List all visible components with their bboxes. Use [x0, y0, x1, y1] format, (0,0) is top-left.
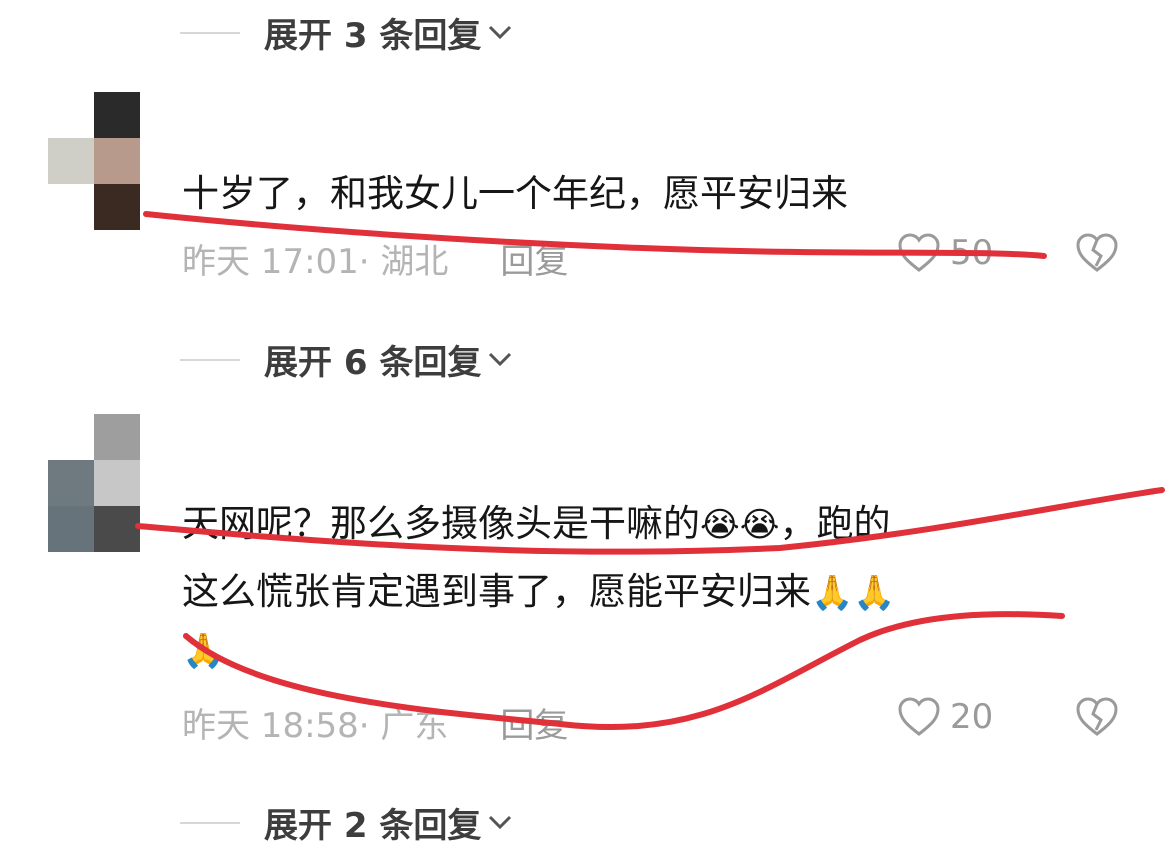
comment-text-line-2: 这么慌张肯定遇到事了，愿能平安归来🙏🙏	[182, 570, 896, 613]
reply-button[interactable]: 回复	[500, 234, 568, 283]
reply-button[interactable]: 回复	[500, 698, 568, 747]
broken-heart-icon[interactable]	[1074, 232, 1120, 278]
comment-text-line-3: 🙏	[182, 622, 224, 679]
avatar[interactable]	[48, 92, 140, 230]
expand-replies-2[interactable]: 展开 2 条回复	[180, 798, 513, 847]
heart-outline-icon	[898, 697, 940, 736]
chevron-down-icon	[487, 814, 513, 832]
comment-time: 昨天 17:01	[182, 242, 359, 282]
expand-replies-label: 展开 2 条回复	[264, 806, 482, 846]
heart-outline-icon	[898, 233, 940, 272]
crying-emoji: 😭	[700, 505, 740, 545]
comment-location: · 广东	[358, 706, 449, 746]
like-button[interactable]: 50	[896, 232, 993, 274]
divider-line	[180, 821, 240, 824]
expand-replies-3[interactable]: 展开 3 条回复	[180, 8, 513, 57]
like-button[interactable]: 20	[896, 696, 993, 738]
like-count: 50	[950, 233, 994, 273]
like-count: 20	[950, 697, 994, 737]
expand-replies-label: 展开 6 条回复	[264, 343, 482, 383]
chevron-down-icon	[487, 24, 513, 42]
comment-time: 昨天 18:58	[182, 706, 359, 746]
divider-line	[180, 358, 240, 361]
comment-location: · 湖北	[358, 242, 449, 282]
expand-replies-label: 展开 3 条回复	[264, 16, 482, 56]
divider-line	[180, 31, 240, 34]
red-underline-annotations	[135, 211, 1165, 730]
comment-text-line-1: 天网呢？那么多摄像头是干嘛的😭😭，跑的	[182, 502, 891, 545]
chevron-down-icon	[487, 351, 513, 369]
praying-hands-emoji: 🙏	[811, 573, 854, 613]
comment-meta: 昨天 18:58 · 广东 回复	[182, 698, 568, 747]
broken-heart-icon[interactable]	[1074, 696, 1120, 742]
praying-hands-emoji: 🙏	[853, 573, 896, 613]
comment-text: 十岁了，和我女儿一个年纪，愿平安归来	[182, 172, 848, 215]
crying-emoji: 😭	[739, 505, 780, 545]
comment-meta: 昨天 17:01 · 湖北 回复	[182, 234, 568, 283]
avatar[interactable]	[48, 414, 140, 552]
praying-hands-emoji: 🙏	[182, 631, 225, 671]
expand-replies-6[interactable]: 展开 6 条回复	[180, 335, 513, 384]
